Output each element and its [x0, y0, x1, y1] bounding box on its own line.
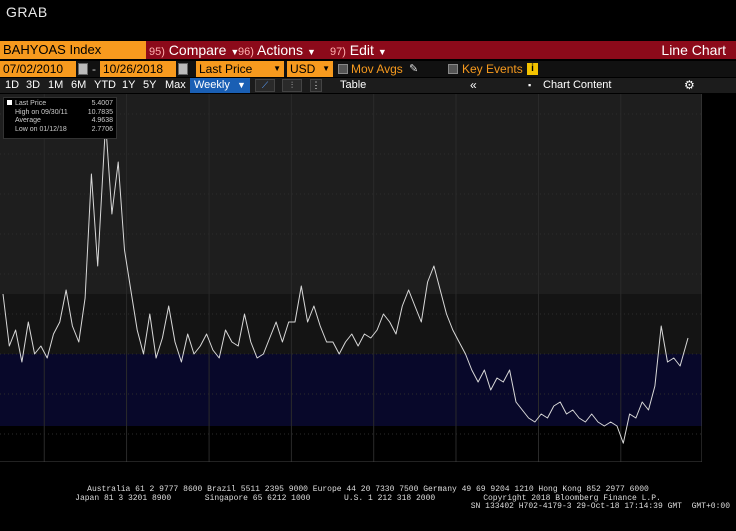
end-date-field[interactable]: 10/26/2018 [100, 61, 176, 77]
mov-avgs-checkbox[interactable] [338, 64, 348, 74]
band-1 [0, 294, 702, 354]
frequency-select[interactable]: Weekly ▼ [190, 78, 250, 93]
period-1m[interactable]: 1M [48, 78, 63, 93]
calendar-icon[interactable] [178, 63, 188, 75]
bar-chart-icon[interactable]: ⫶ [282, 79, 302, 92]
field-select[interactable]: Last Price ▼ [196, 61, 284, 77]
expand-icon[interactable]: ▪ [528, 78, 531, 93]
edit-num: 97) [330, 46, 346, 58]
edit-label: Edit [349, 42, 374, 58]
legend-average-label: Average [15, 117, 41, 124]
chevron-down-icon: ▼ [306, 47, 316, 57]
mov-avgs-label[interactable]: Mov Avgs [351, 61, 403, 77]
key-events-label[interactable]: Key Events [462, 61, 523, 77]
actions-num: 96) [238, 46, 254, 58]
calendar-icon[interactable] [78, 63, 88, 75]
command-bar: BAHYOAS Index 95) Compare ▼ 96) Actions ▼ … [0, 41, 736, 59]
period-bar: 1D 3D 1M 6M YTD 1Y 5Y Max Weekly ▼ ⟋ ⫶ ⋮… [0, 78, 736, 93]
currency-label: USD [290, 62, 316, 76]
start-date-field[interactable]: 07/02/2010 [0, 61, 76, 77]
legend-average: 4.9638 [91, 117, 113, 124]
chart-legend: Last Price 5.4007 High on 09/30/11 10.7835… [3, 97, 117, 139]
actions-label: Actions [257, 42, 303, 58]
chevron-down-icon: ▼ [377, 47, 387, 57]
date-separator: - [92, 62, 96, 76]
footer: Australia 61 2 9777 8600 Brazil 5511 239… [0, 485, 736, 512]
actions-menu[interactable]: 96) Actions ▼ [238, 41, 316, 59]
collapse-icon[interactable]: « [470, 78, 477, 93]
period-max[interactable]: Max [165, 78, 186, 93]
band-0 [0, 354, 702, 426]
chart-content-button[interactable]: Chart Content [543, 78, 611, 93]
compare-num: 95) [149, 46, 165, 58]
legend-high: 10.7835 [87, 108, 113, 116]
key-events-checkbox[interactable] [448, 64, 458, 74]
frequency-label: Weekly [194, 79, 230, 91]
last-price-swatch [7, 100, 12, 105]
legend-high-label: High on 09/30/11 [15, 108, 68, 116]
gear-icon[interactable]: ⚙ [684, 78, 695, 93]
field-select-label: Last Price [199, 62, 253, 76]
period-ytd[interactable]: YTD [94, 78, 116, 93]
price-chart[interactable]: 201120122013201420152016201720183.00004.… [0, 94, 702, 462]
chevron-down-icon: ▼ [322, 64, 330, 73]
edit-menu[interactable]: 97) Edit ▼ [330, 41, 387, 59]
info-icon[interactable]: i [527, 63, 538, 75]
period-5y[interactable]: 5Y [143, 78, 156, 93]
footer-line-3: SN 133402 H702-4179-3 29-Oct-18 17:14:39… [470, 502, 730, 511]
compare-label: Compare [168, 42, 227, 58]
window-title: GRAB [6, 4, 48, 20]
period-6m[interactable]: 6M [71, 78, 86, 93]
chart-type-label: Line Chart [661, 42, 726, 58]
legend-low: 2.7706 [91, 125, 113, 133]
chevron-down-icon: ▼ [236, 80, 246, 90]
legend-last-price: 5.4007 [91, 100, 113, 107]
chevron-down-icon: ▼ [273, 64, 281, 73]
settings-bar: 07/02/2010 - 10/26/2018 Last Price ▼ USD… [0, 61, 736, 77]
compare-menu[interactable]: 95) Compare ▼ [149, 41, 239, 59]
overflow-icon[interactable]: ⋮ [310, 79, 322, 92]
period-1y[interactable]: 1Y [122, 78, 135, 93]
period-3d[interactable]: 3D [26, 78, 40, 93]
pencil-icon[interactable]: ✎ [409, 61, 418, 77]
period-1d[interactable]: 1D [5, 78, 19, 93]
ticker-field[interactable]: BAHYOAS Index [0, 41, 146, 59]
table-button[interactable]: Table [340, 78, 366, 93]
line-chart-icon[interactable]: ⟋ [255, 79, 275, 92]
currency-select[interactable]: USD ▼ [287, 61, 333, 77]
legend-low-label: Low on 01/12/18 [15, 125, 67, 133]
legend-last-price-label: Last Price [15, 100, 47, 107]
